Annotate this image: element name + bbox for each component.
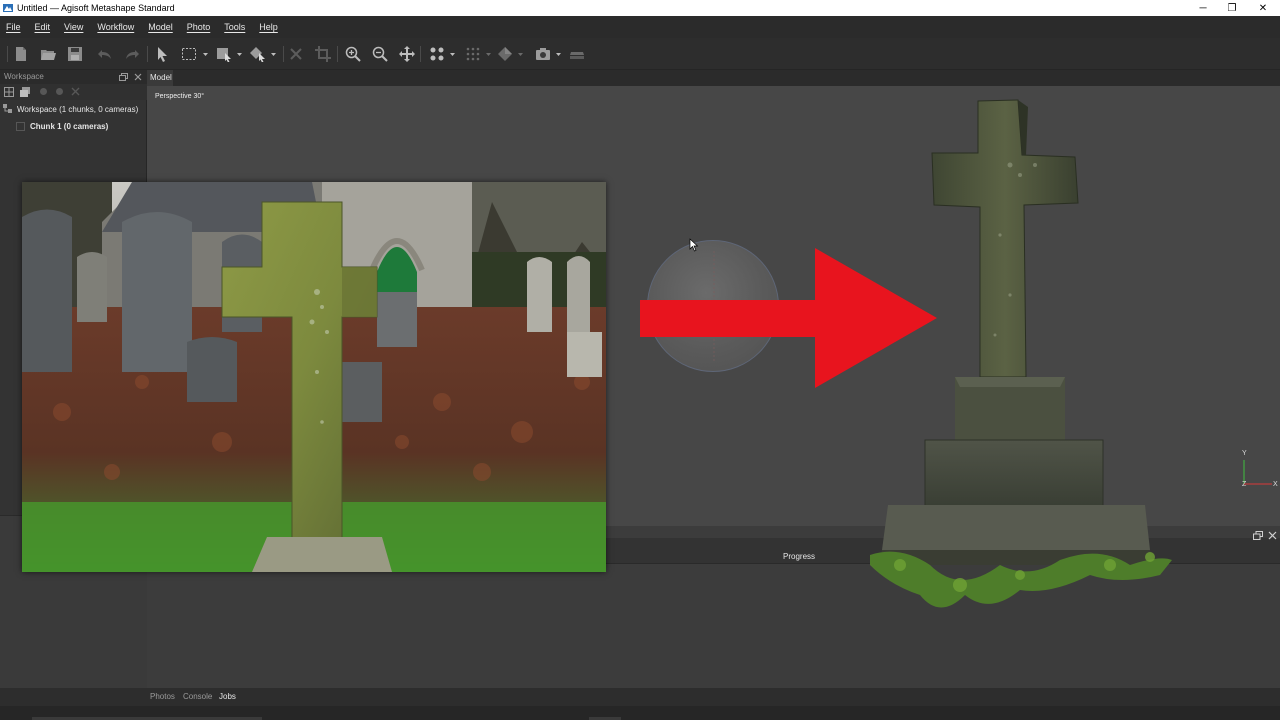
source-photo bbox=[22, 182, 606, 572]
add-photos-icon[interactable] bbox=[20, 87, 30, 97]
chevron-down-icon[interactable] bbox=[486, 52, 491, 57]
perspective-label: Perspective 30° bbox=[155, 93, 205, 100]
close-window-button[interactable]: ✕ bbox=[1247, 0, 1279, 16]
chevron-down-icon[interactable] bbox=[556, 52, 561, 57]
menu-model[interactable]: Model bbox=[148, 22, 173, 32]
minimize-button[interactable]: ─ bbox=[1187, 0, 1219, 16]
workspace-icon bbox=[3, 104, 12, 113]
bottom-tab-bar: Photos Console Jobs bbox=[147, 688, 1280, 706]
menu-help[interactable]: Help bbox=[259, 22, 278, 32]
menu-workflow[interactable]: Workflow bbox=[97, 22, 134, 32]
chevron-down-icon[interactable] bbox=[518, 52, 523, 57]
model-selection-icon[interactable] bbox=[216, 46, 232, 62]
workspace-root-label: Workspace (1 chunks, 0 cameras) bbox=[17, 104, 139, 114]
redo-icon[interactable] bbox=[124, 46, 140, 62]
float-panel-icon[interactable] bbox=[1253, 531, 1263, 540]
trackball-axes-icon bbox=[658, 251, 770, 363]
toolbar-separator bbox=[147, 46, 148, 62]
shape-selection-icon[interactable] bbox=[250, 46, 266, 62]
workspace-toolbar bbox=[0, 84, 147, 100]
camera-icon[interactable] bbox=[535, 46, 551, 62]
rectangle-selection-icon[interactable] bbox=[181, 46, 197, 62]
crop-icon[interactable] bbox=[315, 46, 331, 62]
remove-icon[interactable] bbox=[71, 87, 80, 96]
main-toolbar bbox=[0, 38, 1280, 70]
disable-icon[interactable] bbox=[55, 87, 64, 96]
workspace-tree-root[interactable]: Workspace (1 chunks, 0 cameras) bbox=[3, 102, 138, 116]
toolbar-separator bbox=[337, 46, 338, 62]
window-title: Untitled — Agisoft Metashape Standard bbox=[17, 3, 175, 13]
zoom-out-icon[interactable] bbox=[372, 46, 388, 62]
enable-icon[interactable] bbox=[39, 87, 48, 96]
left-tab-bar bbox=[0, 688, 147, 706]
navigation-trackball[interactable] bbox=[647, 240, 779, 372]
open-folder-icon[interactable] bbox=[40, 46, 56, 62]
axis-x-label: X bbox=[1273, 481, 1278, 488]
tab-jobs[interactable]: Jobs bbox=[219, 692, 236, 701]
point-cloud-icon[interactable] bbox=[429, 46, 445, 62]
mouse-cursor-icon bbox=[689, 238, 699, 252]
toolbar-separator bbox=[283, 46, 284, 62]
chevron-down-icon[interactable] bbox=[450, 52, 455, 57]
menu-tools[interactable]: Tools bbox=[224, 22, 245, 32]
add-chunk-icon[interactable] bbox=[4, 87, 14, 97]
delete-icon[interactable] bbox=[288, 46, 304, 62]
app-logo-icon bbox=[3, 4, 13, 12]
zoom-in-icon[interactable] bbox=[345, 46, 361, 62]
toolbar-grip bbox=[7, 46, 8, 62]
close-panel-icon[interactable] bbox=[134, 73, 142, 81]
undo-icon[interactable] bbox=[97, 46, 113, 62]
restore-button[interactable]: ❐ bbox=[1216, 0, 1248, 16]
chunk-icon bbox=[16, 121, 25, 131]
tab-photos[interactable]: Photos bbox=[150, 692, 175, 701]
chevron-down-icon[interactable] bbox=[271, 52, 276, 57]
menu-photo[interactable]: Photo bbox=[187, 22, 211, 32]
menu-view[interactable]: View bbox=[64, 22, 83, 32]
new-document-icon[interactable] bbox=[13, 46, 29, 62]
chevron-down-icon[interactable] bbox=[203, 52, 208, 57]
chunk-label: Chunk 1 (0 cameras) bbox=[30, 121, 109, 131]
reconstructed-cross-model bbox=[860, 95, 1180, 625]
axis-y-label: Y bbox=[1242, 450, 1247, 457]
progress-column-header[interactable]: Progress bbox=[783, 552, 815, 561]
tab-console[interactable]: Console bbox=[183, 692, 212, 701]
move-object-icon[interactable] bbox=[399, 46, 415, 62]
save-icon[interactable] bbox=[67, 46, 83, 62]
menu-edit[interactable]: Edit bbox=[35, 22, 51, 32]
dense-cloud-icon[interactable] bbox=[465, 46, 481, 62]
navigation-arrow-icon[interactable] bbox=[154, 46, 170, 62]
float-panel-icon[interactable] bbox=[119, 73, 128, 81]
title-bar: Untitled — Agisoft Metashape Standard ─ … bbox=[0, 0, 1280, 16]
toolbar-separator bbox=[420, 46, 421, 62]
shaded-model-icon[interactable] bbox=[497, 46, 513, 62]
status-bar bbox=[0, 706, 1280, 720]
chevron-down-icon[interactable] bbox=[237, 52, 242, 57]
axes-gizmo: Y X Z bbox=[1236, 450, 1280, 494]
menu-bar: File Edit View Workflow Model Photo Tool… bbox=[0, 16, 1280, 38]
chunk-item[interactable]: Chunk 1 (0 cameras) bbox=[16, 119, 108, 133]
model-tab-bar: Model bbox=[147, 70, 1280, 86]
close-panel-icon[interactable] bbox=[1268, 531, 1277, 540]
tab-model[interactable]: Model bbox=[147, 70, 173, 86]
menu-file[interactable]: File bbox=[6, 22, 21, 32]
axis-z-label: Z bbox=[1242, 481, 1247, 488]
show-photos-icon[interactable] bbox=[569, 46, 585, 62]
